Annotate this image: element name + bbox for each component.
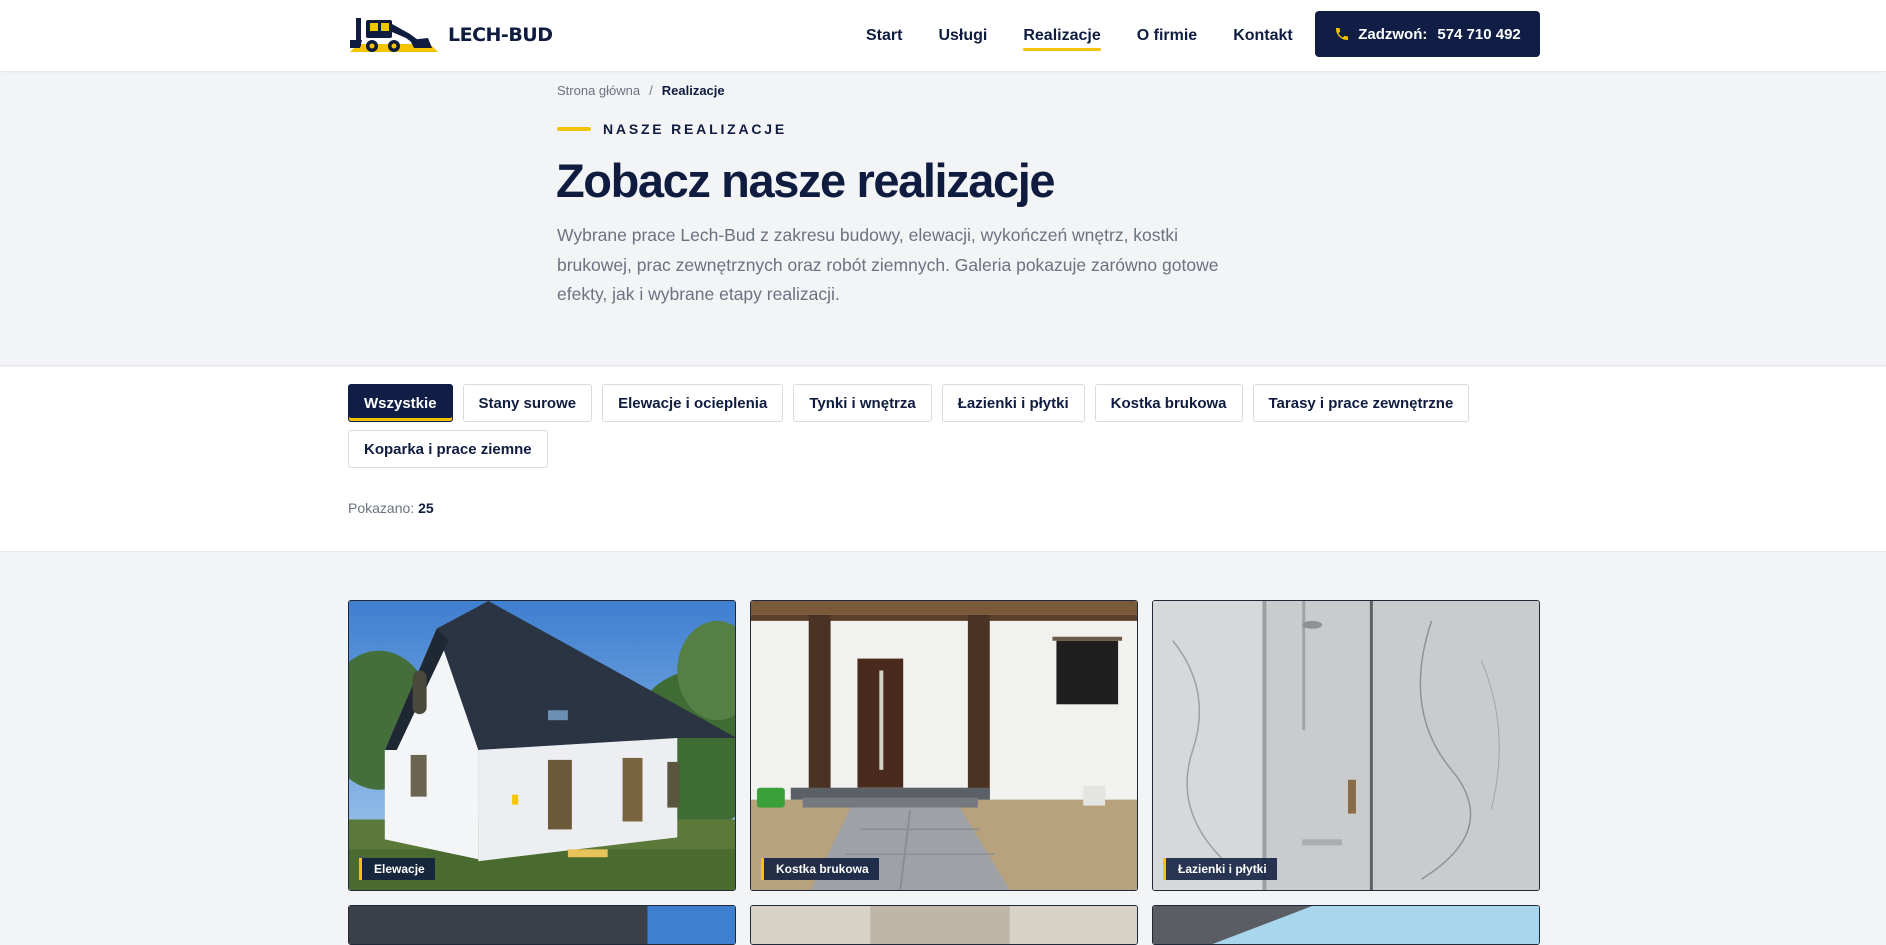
- filter-chip-lazienki[interactable]: Łazienki i płytki: [941, 384, 1085, 422]
- eyebrow-text: NASZE REALIZACJE: [603, 121, 788, 137]
- filter-chip-tarasy[interactable]: Tarasy i prace zewnętrzne: [1252, 384, 1470, 422]
- nav-uslugi[interactable]: Usługi: [938, 21, 987, 51]
- filter-chip-tynki[interactable]: Tynki i wnętrza: [793, 384, 932, 422]
- exterior-photo: [1153, 906, 1539, 944]
- gallery-item[interactable]: Elewacje: [348, 600, 736, 891]
- nav-kontakt[interactable]: Kontakt: [1233, 21, 1293, 51]
- eyebrow: NASZE REALIZACJE: [557, 121, 787, 137]
- filter-chips: Wszystkie Stany surowe Elewacje i ociepl…: [348, 384, 1548, 468]
- filter-chip-koparka[interactable]: Koparka i prace ziemne: [348, 430, 548, 468]
- call-button[interactable]: Zadzwoń: 574 710 492: [1315, 11, 1540, 57]
- logo[interactable]: LECH-BUD: [348, 14, 553, 56]
- gallery-tag: Elewacje: [359, 858, 435, 880]
- hero-section: Strona główna / Realizacje NASZE REALIZA…: [0, 73, 1886, 366]
- breadcrumb-home[interactable]: Strona główna: [557, 83, 640, 98]
- nav-o-firmie[interactable]: O firmie: [1137, 21, 1197, 51]
- gallery-item[interactable]: [1152, 905, 1540, 945]
- site-header: LECH-BUD Start Usługi Realizacje O firmi…: [0, 0, 1886, 72]
- excavator-logo-icon: [350, 18, 438, 52]
- results-count-label: Pokazano:: [348, 500, 415, 516]
- phone-icon: [1336, 28, 1349, 40]
- paving-entrance-photo: [751, 601, 1137, 890]
- gallery-item[interactable]: [348, 905, 736, 945]
- call-phone-number: 574 710 492: [1437, 25, 1521, 43]
- filter-section: Wszystkie Stany surowe Elewacje i ociepl…: [0, 367, 1886, 552]
- nav-realizacje[interactable]: Realizacje: [1023, 21, 1102, 51]
- filter-chip-kostka[interactable]: Kostka brukowa: [1094, 384, 1243, 422]
- breadcrumb: Strona główna / Realizacje: [557, 83, 725, 98]
- filter-chip-stany-surowe[interactable]: Stany surowe: [462, 384, 593, 422]
- main-nav: Start Usługi Realizacje O firmie Kontakt: [866, 0, 1293, 72]
- page-title: Zobacz nasze realizacje: [556, 154, 1056, 207]
- roof-photo: [349, 906, 735, 944]
- gallery-tag: Łazienki i płytki: [1163, 858, 1277, 880]
- house-elevation-photo: [349, 601, 735, 890]
- breadcrumb-current: Realizacje: [661, 83, 725, 98]
- page-description: Wybrane prace Lech-Bud z zakresu budowy,…: [557, 225, 1219, 304]
- gallery-item[interactable]: Łazienki i płytki: [1152, 600, 1540, 891]
- filter-chip-all[interactable]: Wszystkie: [348, 384, 453, 422]
- results-count-value: 25: [418, 500, 434, 516]
- gallery-tag: Kostka brukowa: [761, 858, 879, 880]
- results-count: Pokazano: 25: [348, 500, 434, 516]
- logo-text: LECH-BUD: [448, 24, 553, 46]
- gallery-item[interactable]: [750, 905, 1138, 945]
- eyebrow-accent-bar: [557, 127, 591, 131]
- filter-chip-elewacje[interactable]: Elewacje i ocieplenia: [602, 384, 784, 422]
- gallery-item[interactable]: Kostka brukowa: [750, 600, 1138, 891]
- nav-start[interactable]: Start: [866, 21, 902, 51]
- breadcrumb-separator: /: [649, 83, 653, 98]
- interior-photo: [751, 906, 1137, 944]
- bathroom-shower-photo: [1153, 601, 1539, 890]
- call-label: Zadzwoń:: [1358, 25, 1428, 43]
